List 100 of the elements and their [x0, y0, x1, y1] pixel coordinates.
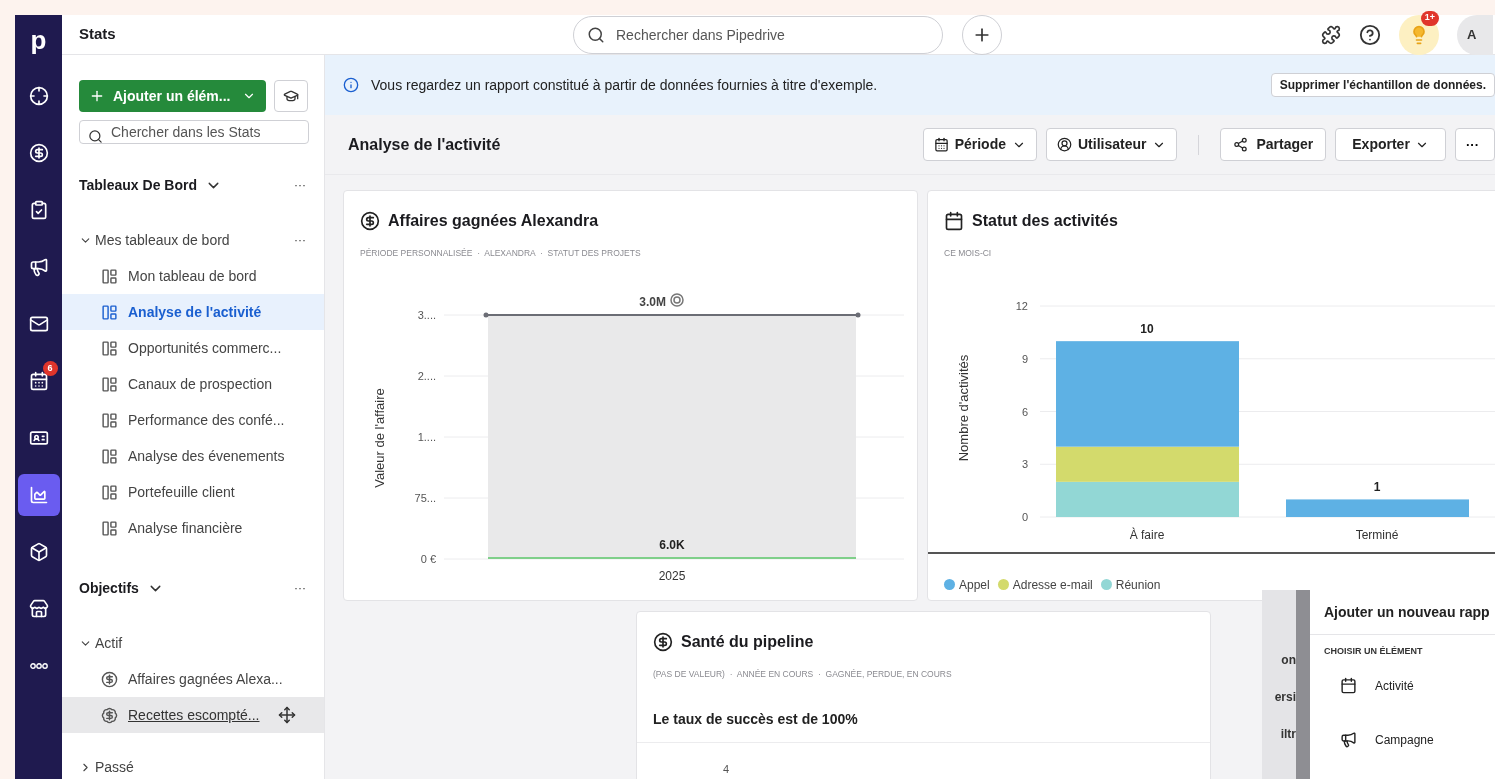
group-header[interactable]: Actif [62, 625, 324, 661]
partial-text: on [1281, 652, 1296, 669]
dollar-icon [653, 632, 673, 652]
group-menu[interactable]: ··· [294, 231, 306, 249]
category-label: À faire [1129, 527, 1165, 542]
nav-item[interactable]: 6 [17, 360, 60, 402]
legend-label: Appel [959, 576, 990, 594]
legend-label: Réunion [1115, 576, 1161, 594]
sidebar-item[interactable]: Performance des confé... [62, 402, 324, 438]
extensions-icon[interactable] [1321, 24, 1341, 45]
nav-item[interactable] [17, 474, 60, 516]
tick-label: 3 [1021, 458, 1028, 470]
megaphone-icon [28, 257, 49, 277]
filter-dropdown[interactable]: Utilisateur [1046, 128, 1178, 161]
notification-badge: 1+ [1420, 10, 1439, 26]
share-icon [1233, 137, 1249, 152]
export-button[interactable]: Exporter [1335, 128, 1446, 161]
move-icon [277, 706, 296, 724]
tick-label: 1.... [417, 430, 436, 443]
group-label: Mes tableaux de bord [95, 230, 230, 250]
section-label: CHOISIR UN ÉLÉMENT [1323, 645, 1423, 658]
legend-label: Adresse e-mail [1012, 576, 1093, 594]
sidebar-item-label: Portefeuille client [128, 482, 235, 502]
card-subtitle: Le taux de succès est de 100% [653, 709, 858, 729]
sidebar-item[interactable]: Analyse financière [62, 510, 324, 546]
sidebar-item-label: Mon tableau de bord [128, 266, 257, 286]
sidebar-item[interactable]: Canaux de prospection [62, 366, 324, 402]
learn-button[interactable] [274, 80, 308, 112]
calendar-icon [28, 371, 49, 391]
panel-title: Ajouter un nouveau rapp [1310, 590, 1495, 635]
goal-icon [670, 293, 684, 307]
sidebar-item[interactable]: Portefeuille client [62, 474, 324, 510]
value-label: 6.0K [659, 537, 685, 552]
calendar-icon [1340, 677, 1357, 694]
sidebar-item-label: Canaux de prospection [128, 374, 272, 394]
tips-button[interactable]: 1+ [1399, 14, 1439, 55]
value-label: 1 [1373, 480, 1381, 495]
tick-label: 0 [1021, 510, 1028, 523]
sidebar-item-label: Opportunités commerc... [128, 338, 282, 358]
page-title: Stats [79, 24, 117, 45]
section-title: Tableaux De Bord [79, 175, 197, 195]
sidebar-item[interactable]: Mon tableau de bord [62, 258, 324, 294]
tick-label: 0 € [420, 552, 436, 565]
dashboard-icon [101, 339, 118, 357]
tick-label: 9 [1021, 352, 1028, 365]
tick-label: 2.... [417, 369, 436, 382]
group-label: Passé [95, 757, 134, 777]
dollar-icon [28, 143, 49, 163]
axis-title: Nombre d'activités [956, 354, 971, 461]
card-meta: (PAS DE VALEUR) · ANNÉE EN COURS · GAGNÉE, PERDUE, EN COURS [653, 668, 952, 681]
sidebar-item-label: Performance des confé... [128, 410, 285, 430]
add-item-button[interactable]: Ajouter un élém... [79, 80, 266, 112]
report-type-item[interactable]: Activité [1310, 658, 1495, 713]
sidebar-item[interactable]: Opportunités commerc... [62, 330, 324, 366]
search-icon [88, 129, 103, 144]
sidebar-item[interactable]: Analyse des évenements [62, 438, 324, 474]
tick-label: 6 [1021, 405, 1028, 418]
search-field[interactable]: Chercher dans les Stats [79, 120, 309, 144]
info-icon [343, 77, 359, 93]
sidebar-item[interactable]: Recettes escompté... [62, 697, 324, 733]
dashboard-icon [101, 519, 118, 537]
sidebar-item-label: Recettes escompté... [128, 705, 260, 725]
group-header[interactable]: Mes tableaux de bord ··· [62, 222, 324, 258]
more-icon [29, 663, 48, 669]
dollar-icon [360, 211, 380, 231]
delete-sample-button[interactable]: Supprimer l'échantillon de données. [1270, 73, 1495, 97]
search-field[interactable]: Rechercher dans Pipedrive [573, 15, 943, 54]
section-menu[interactable]: ··· [294, 176, 306, 194]
dollar-icon [101, 706, 118, 724]
sidebar-item[interactable]: Analyse de l'activité [62, 294, 324, 330]
category-label: 2025 [658, 568, 686, 583]
user-avatar[interactable]: A [1457, 14, 1493, 55]
section-title: Objectifs [79, 578, 139, 598]
dashboard-icon [101, 303, 118, 321]
axis-title: Valeur de l'affaire [372, 387, 387, 488]
contact-card-icon [28, 428, 49, 448]
search-icon [587, 25, 605, 44]
group-label: Actif [95, 633, 123, 653]
report-type-item[interactable]: Campagne [1310, 712, 1495, 767]
category-label: Terminé [1355, 527, 1399, 542]
box-icon [28, 542, 49, 562]
tick-label: 12 [1015, 299, 1028, 312]
notification-badge: 6 [42, 361, 58, 376]
app-logo[interactable]: p [30, 25, 47, 55]
filter-dropdown[interactable]: Période [922, 128, 1037, 161]
sidebar-item-label: Analyse de l'activité [128, 302, 262, 322]
sidebar-item[interactable]: Affaires gagnées Alexa... [62, 661, 324, 697]
group-header[interactable]: Passé [62, 749, 324, 779]
partial-text: ersi [1274, 689, 1296, 706]
plus-icon [89, 88, 105, 104]
help-icon[interactable] [1359, 23, 1381, 46]
tick-label: 4 [723, 761, 730, 777]
value-label: 10 [1140, 321, 1154, 336]
section-menu[interactable]: ··· [294, 579, 306, 597]
sidebar-item-label: Analyse des évenements [128, 446, 285, 466]
calendar-icon [944, 211, 964, 231]
more-button[interactable]: ··· [1455, 128, 1495, 161]
store-icon [28, 599, 49, 619]
dashboard-icon [101, 411, 118, 429]
share-button[interactable]: Partager [1220, 128, 1327, 161]
